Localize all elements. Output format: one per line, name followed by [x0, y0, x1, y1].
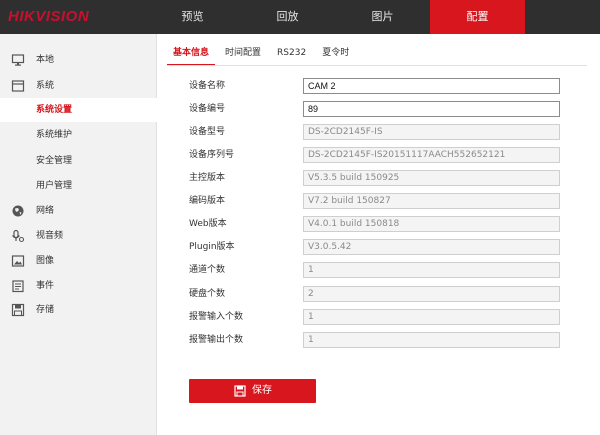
- sidebar-item-system-settings[interactable]: 系统设置: [0, 98, 157, 122]
- sidebar-item-user-management[interactable]: 用户管理: [0, 174, 157, 198]
- form-row-model: 设备型号 DS-2CD2145F-IS: [189, 124, 569, 140]
- sidebar-item-image[interactable]: 图像: [0, 249, 157, 273]
- sidebar-item-label: 网络: [36, 206, 55, 216]
- event-icon: [11, 279, 25, 293]
- image-icon: [11, 254, 25, 268]
- nav-picture[interactable]: 图片: [335, 0, 430, 34]
- save-button-label: 保存: [252, 385, 272, 396]
- sidebar-item-label: 图像: [36, 256, 55, 266]
- firmware-version-field: V5.3.5 build 150925: [303, 170, 560, 186]
- sidebar-item-label: 本地: [36, 55, 55, 65]
- globe-icon: [11, 204, 25, 218]
- top-bar: HIKVISION 预览 回放 图片 配置: [0, 0, 600, 34]
- sidebar-item-label: 系统: [36, 81, 55, 91]
- sidebar-item-system-maintenance[interactable]: 系统维护: [0, 123, 157, 147]
- encoding-version-field: V7.2 build 150827: [303, 193, 560, 209]
- sidebar-item-label: 事件: [36, 281, 55, 291]
- channel-count-field: 1: [303, 262, 560, 278]
- sidebar-item-label: 安全管理: [36, 156, 73, 166]
- form-row-serial: 设备序列号 DS-2CD2145F-IS20151117AACH55265212…: [189, 147, 569, 163]
- device-name-input[interactable]: [303, 78, 560, 94]
- audio-video-icon: [11, 229, 25, 243]
- monitor-icon: [11, 53, 25, 67]
- hdd-count-field: 2: [303, 286, 560, 302]
- system-icon: [11, 79, 25, 93]
- sidebar-item-security[interactable]: 安全管理: [0, 149, 157, 173]
- sidebar-item-label: 系统维护: [36, 130, 73, 140]
- tab-basic-info[interactable]: 基本信息: [167, 40, 216, 66]
- tab-time-settings[interactable]: 时间配置: [219, 40, 267, 66]
- sidebar-item-label: 系统设置: [36, 105, 73, 115]
- sidebar-item-system[interactable]: 系统: [0, 74, 157, 98]
- form-row-firmware: 主控版本 V5.3.5 build 150925: [189, 170, 569, 186]
- form-row-device-name: 设备名称: [189, 78, 569, 94]
- sidebar-item-storage[interactable]: 存储: [0, 298, 157, 322]
- form-row-alarm-out: 报警输出个数 1: [189, 332, 569, 348]
- model-field: DS-2CD2145F-IS: [303, 124, 560, 140]
- field-label: 硬盘个数: [189, 289, 226, 299]
- field-label: Plugin版本: [189, 242, 235, 252]
- sidebar-item-event[interactable]: 事件: [0, 274, 157, 298]
- form-row-device-no: 设备编号: [189, 101, 569, 117]
- form-row-hdd: 硬盘个数 2: [189, 286, 569, 302]
- storage-icon: [11, 303, 25, 317]
- field-label: 报警输出个数: [189, 335, 244, 345]
- nav-configuration[interactable]: 配置: [430, 0, 525, 34]
- field-label: 设备型号: [189, 127, 226, 137]
- form-row-encoding: 编码版本 V7.2 build 150827: [189, 193, 569, 209]
- nav-playback[interactable]: 回放: [240, 0, 335, 34]
- tab-dst[interactable]: 夏令时: [316, 40, 355, 66]
- sidebar-item-label: 存储: [36, 305, 55, 315]
- brand-logo: HIKVISION: [8, 8, 90, 25]
- sidebar-item-local[interactable]: 本地: [0, 48, 157, 72]
- device-number-input[interactable]: [303, 101, 560, 117]
- field-label: 设备编号: [189, 104, 226, 114]
- sidebar: 本地 系统 系统设置 系统维护 安全管理 用户管理 网络 视音频 图像 事件 存…: [0, 34, 157, 435]
- form-row-plugin: Plugin版本 V3.0.5.42: [189, 239, 569, 255]
- field-label: Web版本: [189, 219, 227, 229]
- sidebar-item-label: 视音频: [36, 231, 64, 241]
- field-label: 报警输入个数: [189, 312, 244, 322]
- save-button[interactable]: 保存: [189, 379, 316, 403]
- form-row-channels: 通道个数 1: [189, 262, 569, 278]
- tab-rs232[interactable]: RS232: [271, 40, 312, 66]
- nav-preview[interactable]: 预览: [145, 0, 240, 34]
- main-nav: 预览 回放 图片 配置: [145, 0, 525, 34]
- settings-tabs: 基本信息 时间配置 RS232 夏令时: [167, 40, 359, 66]
- serial-number-field: DS-2CD2145F-IS20151117AACH552652121: [303, 147, 560, 163]
- save-icon: [234, 385, 246, 397]
- field-label: 设备名称: [189, 81, 226, 91]
- tab-divider: [167, 65, 587, 66]
- form-row-alarm-in: 报警输入个数 1: [189, 309, 569, 325]
- sidebar-item-label: 用户管理: [36, 181, 73, 191]
- sidebar-item-audio-video[interactable]: 视音频: [0, 224, 157, 248]
- field-label: 设备序列号: [189, 150, 235, 160]
- sidebar-item-network[interactable]: 网络: [0, 199, 157, 223]
- alarm-input-count-field: 1: [303, 309, 560, 325]
- alarm-output-count-field: 1: [303, 332, 560, 348]
- field-label: 主控版本: [189, 173, 226, 183]
- plugin-version-field: V3.0.5.42: [303, 239, 560, 255]
- form-row-web: Web版本 V4.0.1 build 150818: [189, 216, 569, 232]
- field-label: 编码版本: [189, 196, 226, 206]
- web-version-field: V4.0.1 build 150818: [303, 216, 560, 232]
- field-label: 通道个数: [189, 265, 226, 275]
